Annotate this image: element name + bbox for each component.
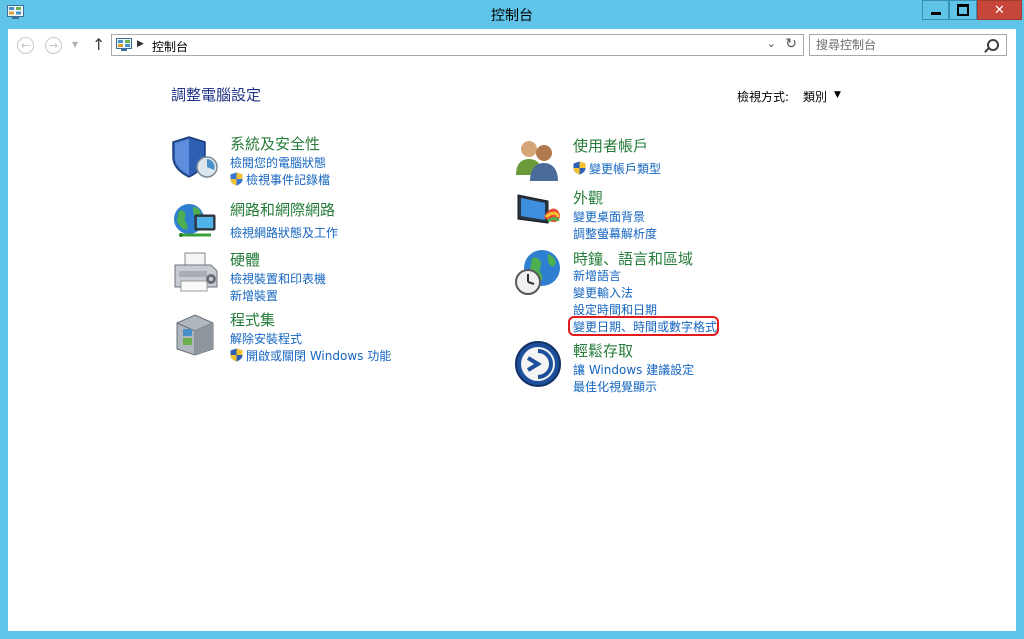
search-icon[interactable] xyxy=(987,39,999,51)
maximize-button[interactable] xyxy=(949,0,977,20)
close-button[interactable]: ✕ xyxy=(977,0,1022,20)
clock-globe-icon[interactable] xyxy=(514,248,562,296)
category-title-ease-of-access[interactable]: 輕鬆存取 xyxy=(573,340,633,361)
link-view-event-logs[interactable]: 檢視事件記錄檔 xyxy=(230,171,330,188)
appearance-monitor-icon[interactable] xyxy=(514,187,562,235)
navigation-bar: ← → ▼ ↑ ▶ 控制台 ⌄ ↻ xyxy=(8,29,1016,63)
system-security-shield-icon[interactable] xyxy=(171,133,219,181)
refresh-icon[interactable]: ↻ xyxy=(785,36,797,52)
back-button[interactable]: ← xyxy=(17,37,34,54)
link-label: 變更帳戶類型 xyxy=(589,162,662,176)
breadcrumb-separator-icon[interactable]: ▶ xyxy=(137,39,144,49)
link-label: 檢視事件記錄檔 xyxy=(246,173,331,187)
close-icon: ✕ xyxy=(994,2,1005,18)
title-bar: 控制台 ✕ xyxy=(0,0,1024,29)
programs-box-icon[interactable] xyxy=(171,309,219,357)
category-title-network-internet[interactable]: 網路和網際網路 xyxy=(230,199,335,220)
category-title-hardware[interactable]: 硬體 xyxy=(230,249,260,270)
link-windows-features[interactable]: 開啟或關閉 Windows 功能 xyxy=(230,347,391,364)
window-title: 控制台 xyxy=(491,8,533,24)
category-title-programs[interactable]: 程式集 xyxy=(230,309,275,330)
link-view-network-status[interactable]: 檢視網路狀態及工作 xyxy=(230,224,338,241)
link-change-desktop-background[interactable]: 變更桌面背景 xyxy=(573,208,645,225)
address-dropdown-chevron-down-icon[interactable]: ⌄ xyxy=(767,37,776,50)
search-box[interactable] xyxy=(809,34,1007,56)
category-title-appearance[interactable]: 外觀 xyxy=(573,187,603,208)
link-change-account-type[interactable]: 變更帳戶類型 xyxy=(573,160,661,177)
back-arrow-icon: ← xyxy=(20,39,31,52)
user-accounts-icon[interactable] xyxy=(514,135,562,183)
link-add-language[interactable]: 新增語言 xyxy=(573,267,621,284)
page-title: 調整電腦設定 xyxy=(171,86,262,104)
link-add-device[interactable]: 新增裝置 xyxy=(230,287,278,304)
breadcrumb-control-panel[interactable]: 控制台 xyxy=(152,38,188,55)
category-title-user-accounts[interactable]: 使用者帳戶 xyxy=(573,135,648,156)
view-by-chevron-down-icon[interactable]: ▼ xyxy=(834,90,841,100)
printer-icon[interactable] xyxy=(171,249,219,297)
search-input[interactable] xyxy=(816,37,976,53)
uac-shield-icon xyxy=(573,161,586,175)
forward-arrow-icon: → xyxy=(48,39,59,52)
maximize-icon xyxy=(957,4,969,16)
minimize-button[interactable] xyxy=(922,0,949,20)
category-title-clock-language-region[interactable]: 時鐘、語言和區域 xyxy=(573,248,693,269)
forward-button[interactable]: → xyxy=(45,37,62,54)
recent-locations-chevron-down-icon[interactable]: ▼ xyxy=(72,40,78,49)
link-let-windows-suggest[interactable]: 讓 Windows 建議設定 xyxy=(573,361,694,378)
link-view-devices-printers[interactable]: 檢視裝置和印表機 xyxy=(230,270,326,287)
address-bar[interactable]: ▶ 控制台 ⌄ ↻ xyxy=(111,34,804,56)
link-label: 開啟或關閉 Windows 功能 xyxy=(246,349,392,363)
control-panel-icon xyxy=(116,38,132,51)
link-change-input-method[interactable]: 變更輸入法 xyxy=(573,284,633,301)
category-title-system-security[interactable]: 系統及安全性 xyxy=(230,133,320,154)
link-adjust-screen-resolution[interactable]: 調整螢幕解析度 xyxy=(573,225,657,242)
link-optimize-visual-display[interactable]: 最佳化視覺顯示 xyxy=(573,378,657,395)
link-review-computer-status[interactable]: 檢閱您的電腦狀態 xyxy=(230,154,326,171)
ease-of-access-icon[interactable] xyxy=(514,340,562,388)
network-globe-icon[interactable] xyxy=(171,199,219,247)
minimize-icon xyxy=(930,11,941,15)
view-by-label: 檢視方式: xyxy=(737,90,790,104)
highlight-annotation xyxy=(568,316,719,336)
uac-shield-icon xyxy=(230,172,243,186)
uac-shield-icon xyxy=(230,348,243,362)
up-arrow-icon[interactable]: ↑ xyxy=(92,35,105,54)
view-by-dropdown[interactable]: 類別 xyxy=(803,88,827,105)
link-uninstall-program[interactable]: 解除安裝程式 xyxy=(230,330,302,347)
control-panel-window: ← → ▼ ↑ ▶ 控制台 ⌄ ↻ 調整電腦設定 檢視方式: 類別 ▼ xyxy=(8,29,1016,631)
